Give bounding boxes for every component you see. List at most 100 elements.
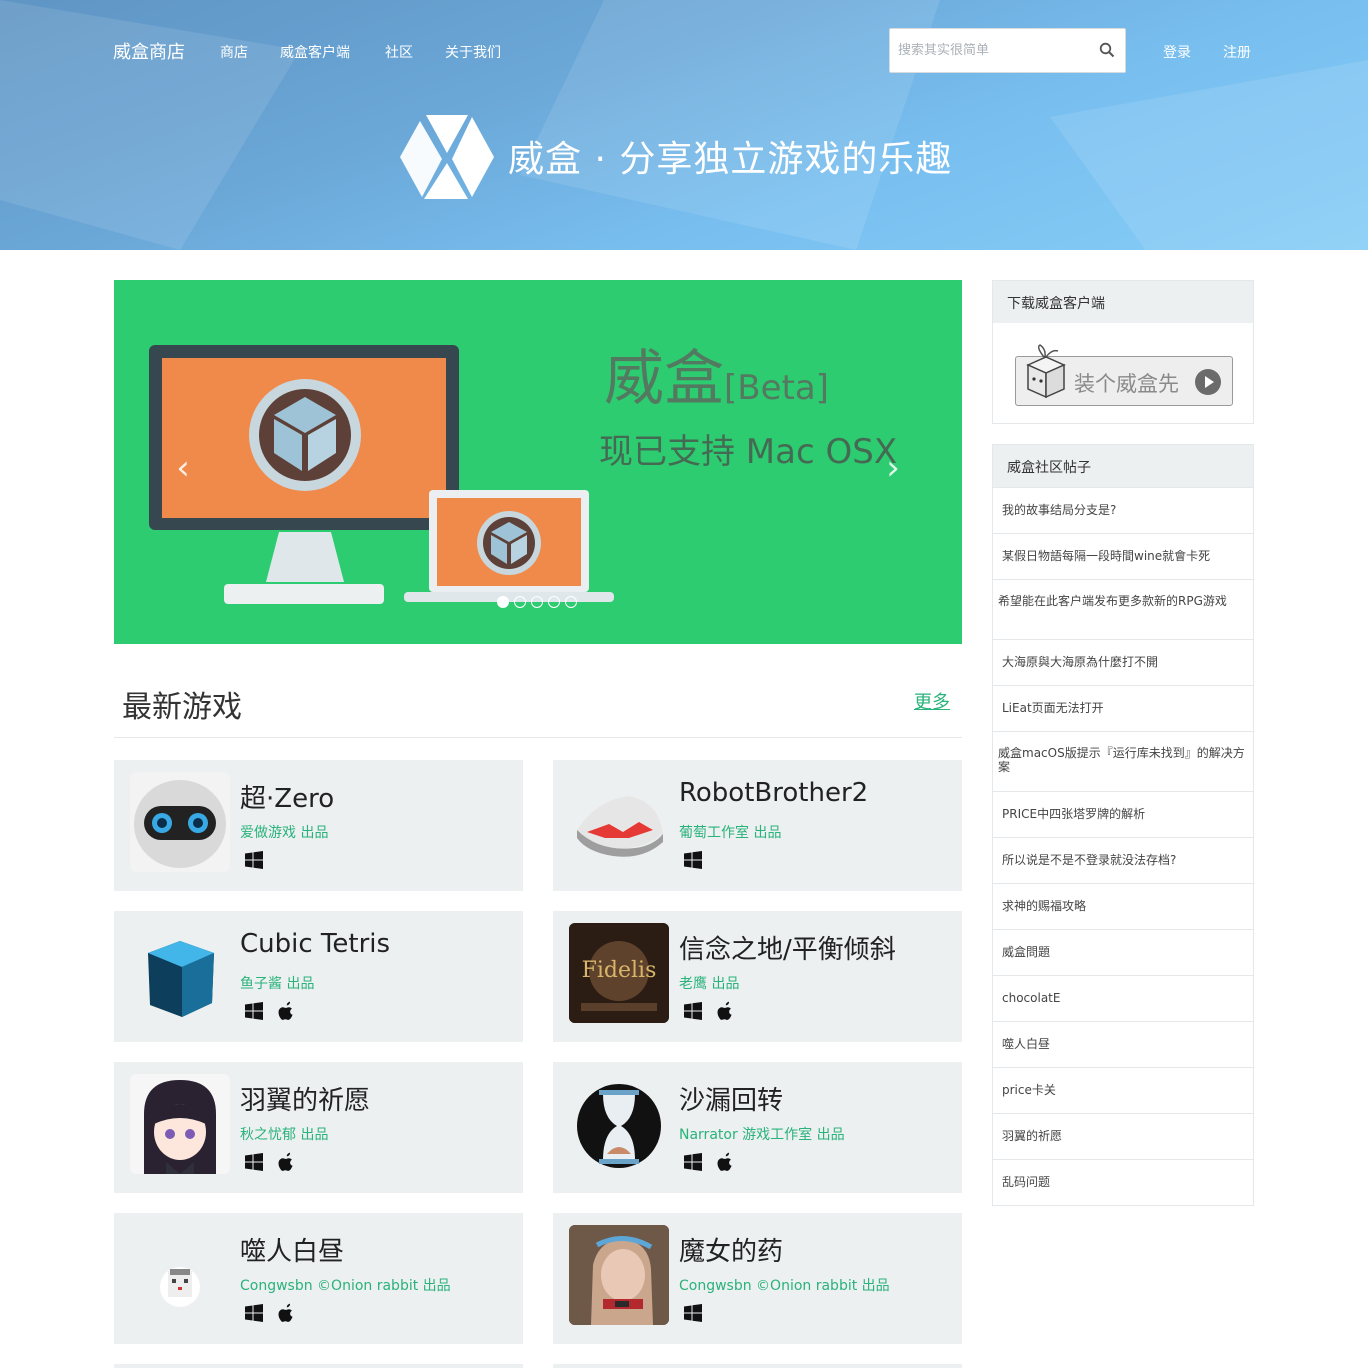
post-link[interactable]: 大海原與大海原為什麼打不開 xyxy=(993,639,1253,685)
brand-link[interactable]: 威盒商店 xyxy=(113,38,185,64)
nav-link-community[interactable]: 社区 xyxy=(385,42,413,62)
post-link[interactable]: 我的故事结局分支是? xyxy=(993,487,1253,533)
community-posts-panel: 威盒社区帖子 我的故事结局分支是? 某假日物語每隔一段時間wine就會卡死 希望… xyxy=(992,444,1254,1206)
game-platforms xyxy=(683,1303,703,1323)
post-link[interactable]: LiEat页面无法打开 xyxy=(993,685,1253,731)
game-title[interactable]: 沙漏回转 xyxy=(679,1080,783,1117)
carousel-title: 威盒[Beta] xyxy=(604,344,829,414)
nav-link-store[interactable]: 商店 xyxy=(220,42,248,62)
game-card[interactable]: RobotBrother2 葡萄工作室 出品 xyxy=(553,760,962,891)
game-title[interactable]: 羽翼的祈愿 xyxy=(240,1080,370,1117)
post-link[interactable]: 求神的赐福攻略 xyxy=(993,883,1253,929)
carousel-dot[interactable] xyxy=(548,596,560,608)
post-link[interactable]: 希望能在此客户端发布更多款新的RPG游戏 xyxy=(993,579,1253,639)
carousel-indicators xyxy=(497,596,577,608)
carousel-dot[interactable] xyxy=(565,596,577,608)
post-link[interactable]: 乱码问题 xyxy=(993,1159,1253,1205)
game-thumbnail xyxy=(569,1225,669,1325)
game-title[interactable]: 魔女的药 xyxy=(679,1231,783,1268)
game-card[interactable]: 沙漏回转 Narrator 游戏工作室 出品 xyxy=(553,1062,962,1193)
carousel-title-beta: [Beta] xyxy=(724,368,829,408)
post-link[interactable]: 威盒問題 xyxy=(993,929,1253,975)
post-link[interactable]: PRICE中四张塔罗牌的解析 xyxy=(993,791,1253,837)
game-card[interactable]: Fidelis 信念之地/平衡倾斜 老鹰 出品 xyxy=(553,911,962,1042)
game-thumbnail xyxy=(130,1074,230,1174)
carousel-dot[interactable] xyxy=(531,596,543,608)
game-author[interactable]: Congwsbn ©Onion rabbit 出品 xyxy=(679,1275,890,1295)
game-card[interactable]: 超·Zero 爱做游戏 出品 xyxy=(114,760,523,891)
game-author[interactable]: 鱼子酱 出品 xyxy=(240,973,314,993)
game-platforms xyxy=(244,850,264,870)
register-link[interactable]: 注册 xyxy=(1223,42,1251,62)
apple-icon xyxy=(278,1001,293,1020)
carousel-subtitle: 现已支持 Mac OSX xyxy=(599,432,898,472)
apple-icon xyxy=(278,1303,293,1322)
nav-link-client[interactable]: 威盒客户端 xyxy=(280,42,350,62)
latest-games-heading: 最新游戏 xyxy=(122,690,242,725)
game-card[interactable] xyxy=(553,1364,962,1368)
windows-icon xyxy=(684,1153,702,1171)
play-icon xyxy=(1195,369,1221,395)
game-platforms xyxy=(683,850,703,870)
install-client-label: 装个威盒先 xyxy=(1074,372,1179,396)
game-card[interactable] xyxy=(114,1364,523,1368)
windows-icon xyxy=(684,851,702,869)
game-author[interactable]: 秋之忧郁 出品 xyxy=(240,1124,328,1144)
game-author[interactable]: 葡萄工作室 出品 xyxy=(679,822,781,842)
game-card[interactable]: 噬人白昼 Congwsbn ©Onion rabbit 出品 xyxy=(114,1213,523,1344)
more-games-link[interactable]: 更多 xyxy=(914,688,950,714)
game-author[interactable]: 老鹰 出品 xyxy=(679,973,739,993)
post-link[interactable]: chocolatE xyxy=(993,975,1253,1021)
windows-icon xyxy=(245,1002,263,1020)
windows-icon xyxy=(245,851,263,869)
weihe-logo-icon xyxy=(400,115,494,199)
svg-text:Fidelis: Fidelis xyxy=(582,958,657,983)
apple-icon xyxy=(717,1001,732,1020)
game-platforms xyxy=(244,1303,296,1323)
game-author[interactable]: 爱做游戏 出品 xyxy=(240,822,328,842)
post-link[interactable]: 威盒macOS版提示『运行库未找到』的解决方案 xyxy=(993,731,1253,791)
install-client-button[interactable]: 装个威盒先 xyxy=(1015,344,1233,406)
apple-icon xyxy=(717,1152,732,1171)
carousel-prev-button[interactable]: ‹ xyxy=(168,448,198,488)
game-thumbnail: Fidelis xyxy=(569,923,669,1023)
carousel-next-button[interactable]: › xyxy=(878,448,908,488)
game-title[interactable]: Cubic Tetris xyxy=(240,929,390,959)
carousel-dot[interactable] xyxy=(514,596,526,608)
game-author[interactable]: Congwsbn ©Onion rabbit 出品 xyxy=(240,1275,451,1295)
game-card[interactable]: 羽翼的祈愿 秋之忧郁 出品 xyxy=(114,1062,523,1193)
search-icon[interactable] xyxy=(1099,42,1115,58)
game-thumbnail xyxy=(569,772,669,872)
post-link[interactable]: 噬人白昼 xyxy=(993,1021,1253,1067)
game-author[interactable]: Narrator 游戏工作室 出品 xyxy=(679,1124,845,1144)
windows-icon xyxy=(245,1153,263,1171)
site-header: 威盒商店 商店 威盒客户端 社区 关于我们 登录 注册 威盒 · 分享独立游戏的… xyxy=(0,0,1368,250)
post-link[interactable]: 羽翼的祈愿 xyxy=(993,1113,1253,1159)
nav-link-about[interactable]: 关于我们 xyxy=(445,42,501,62)
login-link[interactable]: 登录 xyxy=(1163,42,1191,62)
game-platforms xyxy=(683,1152,735,1172)
download-panel-title: 下载威盒客户端 xyxy=(993,281,1253,323)
game-title[interactable]: 噬人白昼 xyxy=(240,1231,344,1268)
top-navigation: 威盒商店 商店 威盒客户端 社区 关于我们 登录 注册 xyxy=(0,0,1368,100)
hero-title: 威盒 · 分享独立游戏的乐趣 xyxy=(508,139,953,180)
post-link[interactable]: 某假日物語每隔一段時間wine就會卡死 xyxy=(993,533,1253,579)
search-input[interactable] xyxy=(898,29,1093,72)
carousel-dot[interactable] xyxy=(497,596,509,608)
game-thumbnail xyxy=(130,923,230,1023)
post-link[interactable]: 所以说是不是不登录就没法存档? xyxy=(993,837,1253,883)
game-platforms xyxy=(683,1001,735,1021)
post-link[interactable]: price卡关 xyxy=(993,1067,1253,1113)
game-card[interactable]: 魔女的药 Congwsbn ©Onion rabbit 出品 xyxy=(553,1213,962,1344)
feature-carousel[interactable]: 威盒[Beta] 现已支持 Mac OSX ‹ › xyxy=(114,280,962,644)
windows-icon xyxy=(684,1304,702,1322)
game-title[interactable]: RobotBrother2 xyxy=(679,778,868,808)
search-box xyxy=(889,28,1126,73)
box-mascot-icon xyxy=(1026,344,1066,399)
game-card[interactable]: Cubic Tetris 鱼子酱 出品 xyxy=(114,911,523,1042)
section-divider xyxy=(114,737,962,738)
game-title[interactable]: 信念之地/平衡倾斜 xyxy=(679,929,896,966)
game-thumbnail xyxy=(130,1225,230,1325)
game-title[interactable]: 超·Zero xyxy=(240,778,334,815)
windows-icon xyxy=(245,1304,263,1322)
